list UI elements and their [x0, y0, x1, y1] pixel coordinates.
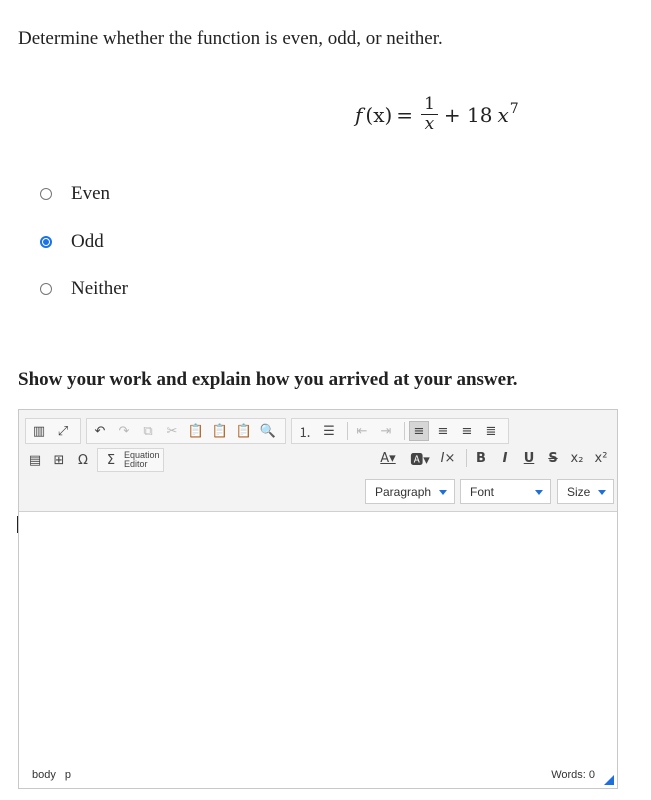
- editor-toolbar: ▥ ⤢ ↶ ↷ ⧉ ✂ 📋 📋 📋 🔍 ⒈ ☰ ⇤ ⇥ ≡ ≡ ≡ ≣ ▤ ⊞ …: [19, 410, 617, 512]
- chevron-down-icon: [439, 490, 447, 495]
- formula-exponent: 7: [509, 100, 519, 117]
- option-label-even: Even: [71, 183, 111, 204]
- formula-function-name: f: [355, 102, 363, 127]
- toolbar-separator: [347, 422, 348, 440]
- underline-icon[interactable]: U: [519, 448, 539, 468]
- subscript-icon[interactable]: x₂: [567, 448, 587, 468]
- toolbar-separator: [404, 422, 405, 440]
- background-color-icon[interactable]: 🅰▾: [406, 448, 434, 468]
- text-cursor: [17, 516, 18, 533]
- sigma-icon: Σ: [106, 452, 116, 468]
- fraction-denominator: x: [424, 114, 435, 134]
- formula-fraction: 1 x: [421, 96, 438, 133]
- font-dropdown-label: Font: [470, 484, 495, 499]
- even-radio[interactable]: [40, 188, 52, 200]
- word-count: Words: 0: [551, 769, 595, 781]
- undo-icon[interactable]: ↶: [90, 421, 110, 441]
- option-neither[interactable]: Neither: [40, 278, 128, 300]
- align-left-icon[interactable]: ≡: [409, 421, 429, 441]
- format-dropdown-label: Paragraph: [375, 484, 432, 499]
- paste-word-icon[interactable]: 📋: [234, 421, 254, 441]
- redo-icon[interactable]: ↷: [114, 421, 134, 441]
- italic-icon[interactable]: I: [495, 448, 515, 468]
- formula-argument: (x): [365, 102, 393, 127]
- indent-icon[interactable]: ⇥: [376, 421, 396, 441]
- resize-handle[interactable]: [604, 775, 614, 785]
- toolbar-separator: [466, 449, 467, 467]
- special-character-icon[interactable]: Ω: [73, 450, 93, 470]
- fraction-numerator: 1: [421, 96, 438, 115]
- element-path[interactable]: body p: [32, 769, 71, 781]
- view-group: ▥ ⤢: [25, 418, 81, 444]
- grid-icon[interactable]: ⊞: [49, 450, 69, 470]
- strikethrough-icon[interactable]: S: [543, 448, 563, 468]
- formula-plus-term: + 18: [443, 102, 493, 127]
- option-odd[interactable]: Odd: [40, 231, 104, 253]
- formula-equals: =: [396, 102, 414, 127]
- equation-editor-label-line2: Editor: [124, 459, 148, 469]
- equation-editor-button[interactable]: Σ Equation Editor: [97, 448, 164, 472]
- paste-text-icon[interactable]: 📋: [210, 421, 230, 441]
- superscript-icon[interactable]: x²: [591, 448, 611, 468]
- paste-icon[interactable]: 📋: [186, 421, 206, 441]
- neither-radio[interactable]: [40, 283, 52, 295]
- size-dropdown[interactable]: Size: [557, 479, 614, 504]
- text-color-icon[interactable]: A▾: [374, 448, 402, 468]
- function-formula: f (x) = 1 x + 18 x 7: [355, 96, 519, 133]
- list-group: ⒈ ☰ ⇤ ⇥ ≡ ≡ ≡ ≣: [291, 418, 509, 444]
- find-icon[interactable]: 🔍: [258, 421, 278, 441]
- clear-formatting-icon[interactable]: I×: [438, 448, 458, 468]
- editor-status-bar: body p Words: 0: [19, 763, 617, 788]
- cut-icon[interactable]: ✂: [162, 421, 182, 441]
- font-dropdown[interactable]: Font: [460, 479, 551, 504]
- editor-content-area[interactable]: [19, 512, 617, 762]
- align-right-icon[interactable]: ≡: [457, 421, 477, 441]
- numbered-list-icon[interactable]: ⒈: [295, 421, 315, 441]
- table-icon[interactable]: ▤: [25, 450, 45, 470]
- outdent-icon[interactable]: ⇤: [352, 421, 372, 441]
- align-center-icon[interactable]: ≡: [433, 421, 453, 441]
- chevron-down-icon: [535, 490, 543, 495]
- bold-icon[interactable]: B: [471, 448, 491, 468]
- work-prompt: Show your work and explain how you arriv…: [18, 369, 518, 390]
- fullscreen-icon[interactable]: ⤢: [53, 421, 73, 441]
- chevron-down-icon: [598, 490, 606, 495]
- equation-editor-label: Equation Editor: [124, 451, 160, 469]
- source-code-icon[interactable]: ▥: [29, 421, 49, 441]
- option-even[interactable]: Even: [40, 183, 110, 205]
- option-label-neither: Neither: [71, 278, 128, 299]
- format-dropdown[interactable]: Paragraph: [365, 479, 455, 504]
- edit-group: ↶ ↷ ⧉ ✂ 📋 📋 📋 🔍: [86, 418, 286, 444]
- rich-text-editor: ▥ ⤢ ↶ ↷ ⧉ ✂ 📋 📋 📋 🔍 ⒈ ☰ ⇤ ⇥ ≡ ≡ ≡ ≣ ▤ ⊞ …: [18, 409, 618, 789]
- copy-icon[interactable]: ⧉: [138, 421, 158, 441]
- odd-radio[interactable]: [40, 236, 52, 248]
- formula-variable: x: [497, 102, 509, 127]
- justify-icon[interactable]: ≣: [481, 421, 501, 441]
- size-dropdown-label: Size: [567, 484, 591, 499]
- option-label-odd: Odd: [71, 231, 104, 252]
- bulleted-list-icon[interactable]: ☰: [319, 421, 339, 441]
- question-text: Determine whether the function is even, …: [18, 28, 443, 49]
